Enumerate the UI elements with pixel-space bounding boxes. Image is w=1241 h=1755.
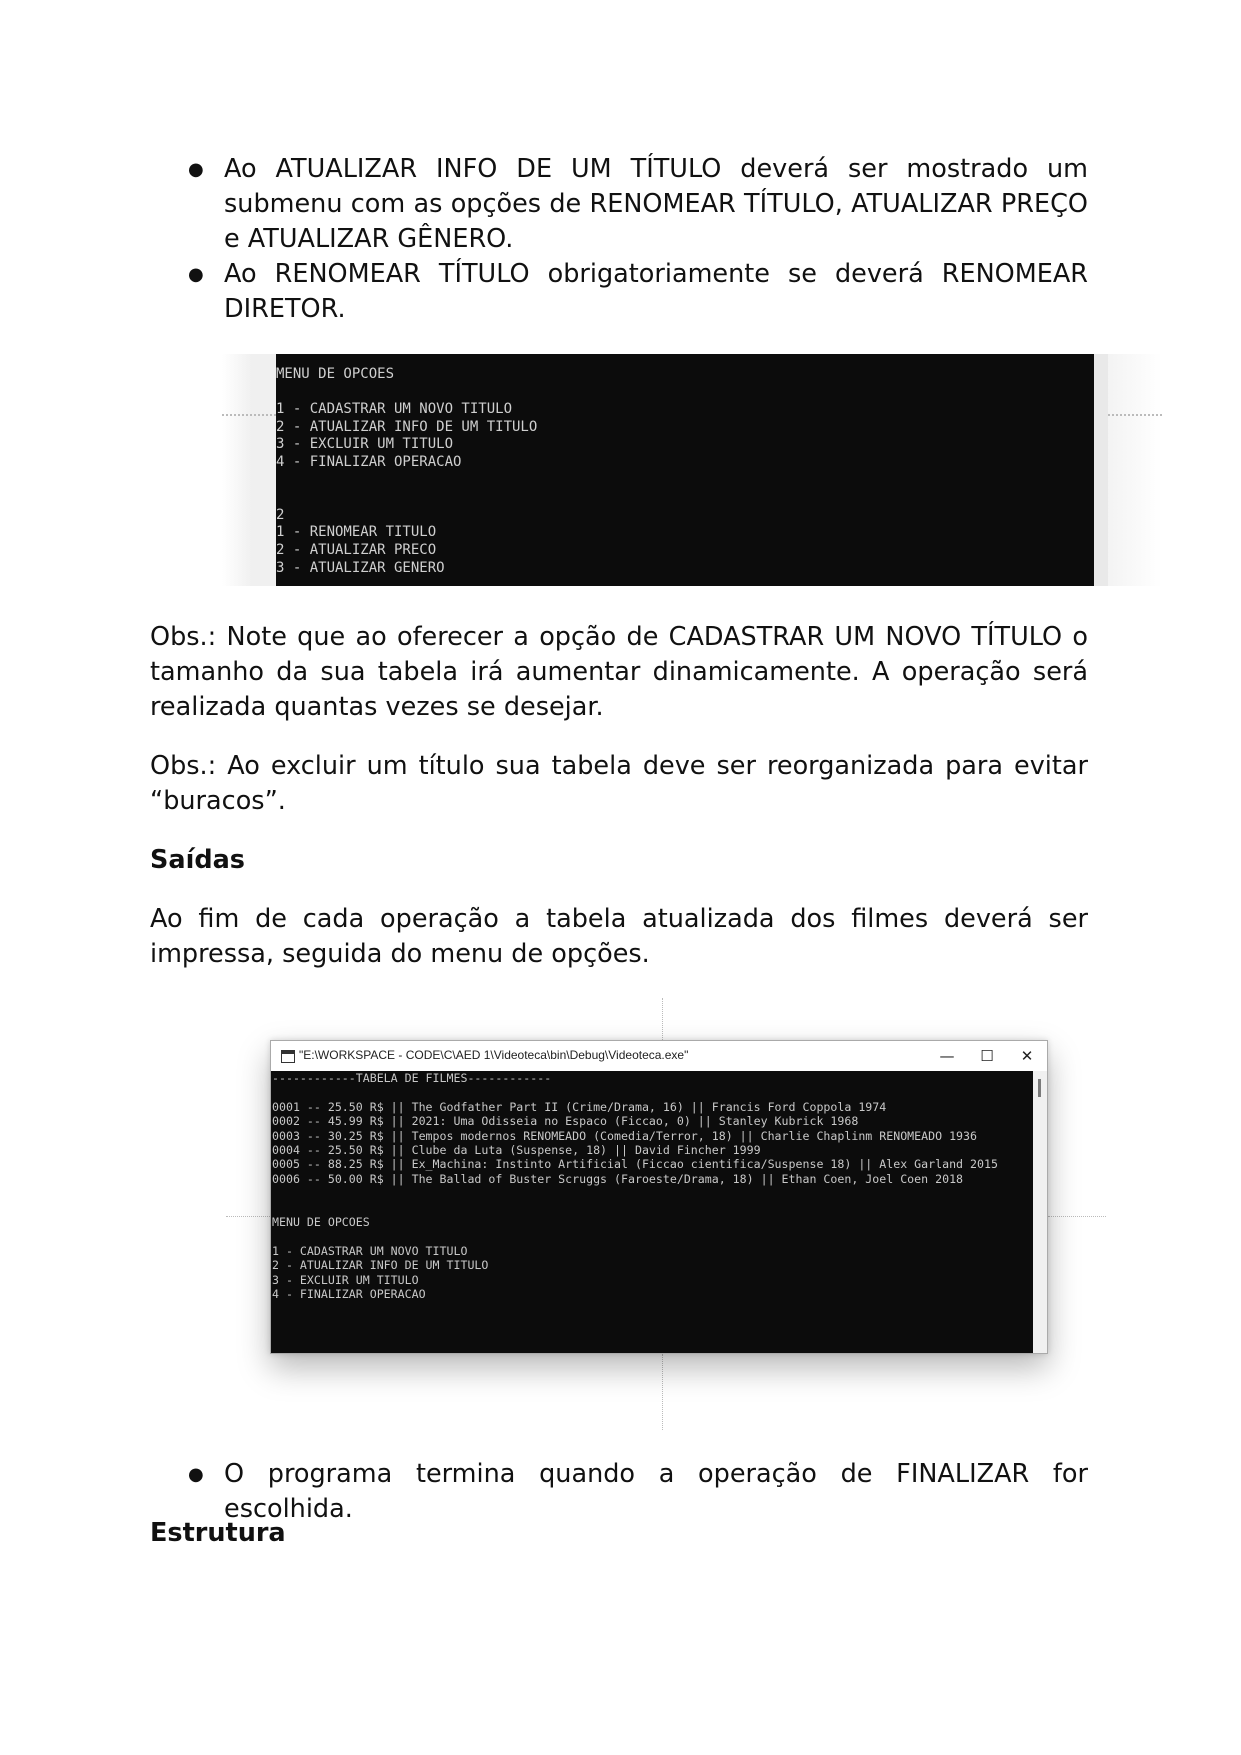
close-button[interactable]: ✕ xyxy=(1007,1041,1047,1071)
minimize-button[interactable]: — xyxy=(927,1041,967,1071)
console-output: MENU DE OPCOES 1 - CADASTRAR UM NOVO TIT… xyxy=(276,366,537,577)
maximize-button[interactable]: ☐ xyxy=(967,1041,1007,1071)
bullet-item: Ao ATUALIZAR INFO DE UM TÍTULO deverá se… xyxy=(188,152,1088,257)
console-window: MENU DE OPCOES 1 - CADASTRAR UM NOVO TIT… xyxy=(276,354,1094,586)
bullet-list-bottom: O programa termina quando a operação de … xyxy=(188,1457,1088,1527)
console-line: 1 - CADASTRAR UM NOVO TITULO xyxy=(272,1243,468,1258)
console-line: 2 - ATUALIZAR INFO DE UM TITULO xyxy=(276,418,538,435)
guide-line xyxy=(662,1354,663,1430)
bullet-item: Ao RENOMEAR TÍTULO obrigatoriamente se d… xyxy=(188,257,1088,327)
console-line: 2 - ATUALIZAR PRECO xyxy=(276,541,437,558)
console-screenshot-menu: MENU DE OPCOES 1 - CADASTRAR UM NOVO TIT… xyxy=(222,354,1162,586)
console-line: 4 - FINALIZAR OPERACAO xyxy=(272,1287,426,1302)
console-line: 0001 -- 25.50 R$ || The Godfather Part I… xyxy=(272,1099,887,1114)
window-titlebar: "E:\WORKSPACE - CODE\C\AED 1\Videoteca\b… xyxy=(271,1041,1047,1071)
bullet-item: O programa termina quando a operação de … xyxy=(188,1457,1088,1527)
console-app-icon xyxy=(281,1050,295,1063)
console-line: 0006 -- 50.00 R$ || The Ballad of Buster… xyxy=(272,1171,964,1186)
console-line: ------------TABELA DE FILMES------------ xyxy=(272,1071,552,1085)
section-heading: Estrutura xyxy=(150,1518,286,1548)
document-page: Ao ATUALIZAR INFO DE UM TÍTULO deverá se… xyxy=(0,0,1241,1755)
console-line: 0005 -- 88.25 R$ || Ex_Machina: Instinto… xyxy=(272,1157,998,1172)
scrollbar-thumb[interactable] xyxy=(1038,1079,1041,1097)
console-line: MENU DE OPCOES xyxy=(276,366,395,382)
console-line: MENU DE OPCOES xyxy=(272,1215,370,1230)
section-heading: Saídas xyxy=(150,845,245,875)
bullet-list-top: Ao ATUALIZAR INFO DE UM TÍTULO deverá se… xyxy=(188,152,1088,327)
console-line: 4 - FINALIZAR OPERACAO xyxy=(276,453,462,470)
console-line: 2 xyxy=(276,506,285,523)
guide-line xyxy=(1108,414,1162,416)
guide-line xyxy=(1048,1216,1106,1217)
console-line: 0004 -- 25.50 R$ || Clube da Luta (Suspe… xyxy=(272,1143,761,1158)
console-line: 1 - RENOMEAR TITULO xyxy=(276,524,437,541)
obs-paragraph: Obs.: Note que ao oferecer a opção de CA… xyxy=(150,622,1088,722)
scrollbar[interactable] xyxy=(1033,1071,1047,1353)
console-output: ------------TABELA DE FILMES------------… xyxy=(272,1071,998,1302)
console-line: 2 - ATUALIZAR INFO DE UM TITULO xyxy=(272,1258,489,1273)
window-title: "E:\WORKSPACE - CODE\C\AED 1\Videoteca\b… xyxy=(299,1048,689,1062)
console-scrollbar xyxy=(1094,354,1108,586)
console-body: ------------TABELA DE FILMES------------… xyxy=(271,1071,1047,1353)
obs-paragraph: Obs.: Ao excluir um título sua tabela de… xyxy=(150,751,1088,816)
saidas-paragraph: Ao fim de cada operação a tabela atualiz… xyxy=(150,904,1088,969)
console-line: 1 - CADASTRAR UM NOVO TITULO xyxy=(276,401,513,418)
guide-line xyxy=(226,1216,270,1217)
console-line: 0003 -- 30.25 R$ || Tempos modernos RENO… xyxy=(272,1128,977,1143)
guide-line xyxy=(662,998,663,1040)
console-line: 3 - EXCLUIR UM TITULO xyxy=(276,436,454,453)
console-window-screenshot: "E:\WORKSPACE - CODE\C\AED 1\Videoteca\b… xyxy=(270,1040,1048,1354)
console-line: 3 - EXCLUIR UM TITULO xyxy=(272,1272,419,1287)
console-line: 0002 -- 45.99 R$ || 2021: Uma Odisseia n… xyxy=(272,1114,859,1129)
guide-line xyxy=(222,414,276,416)
console-line: 3 - ATUALIZAR GENERO xyxy=(276,559,445,576)
